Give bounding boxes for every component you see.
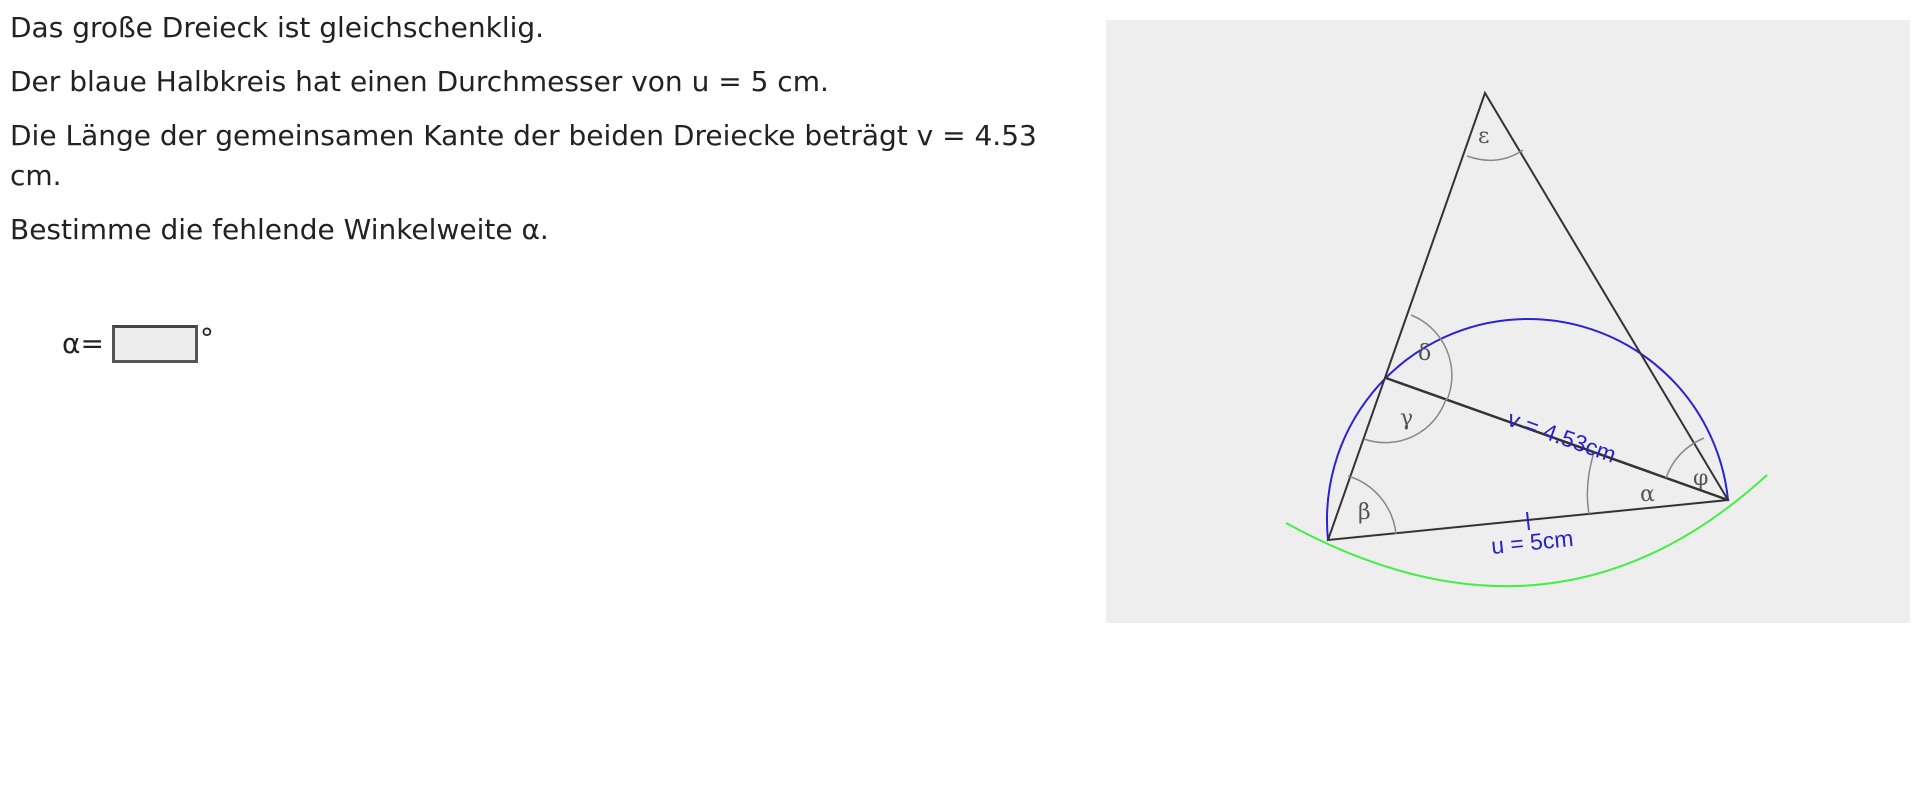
angle-label-beta: β bbox=[1358, 500, 1371, 525]
geometry-figure: ε δ γ β α φ v = 4.53cm u = 5cm bbox=[1106, 20, 1910, 623]
task-line-question: Bestimme die fehlende Winkelweite α. bbox=[10, 213, 549, 246]
task-line-isosceles: Das große Dreieck ist gleichschenklig. bbox=[10, 11, 545, 44]
task-text: Das große Dreieck ist gleichschenklig. D… bbox=[10, 8, 1090, 264]
angle-label-delta: δ bbox=[1418, 341, 1431, 366]
answer-label: α= bbox=[62, 327, 104, 360]
angle-label-gamma: γ bbox=[1400, 406, 1413, 431]
task-line-semicircle: Der blaue Halbkreis hat einen Durchmesse… bbox=[10, 65, 829, 98]
task-line-common-edge: Die Länge der gemeinsamen Kante der beid… bbox=[10, 119, 1037, 192]
answer-row: α= ° bbox=[62, 324, 214, 364]
degree-unit: ° bbox=[199, 322, 214, 355]
alpha-answer-input[interactable] bbox=[111, 325, 198, 363]
angle-label-phi: φ bbox=[1693, 466, 1708, 491]
angle-label-epsilon: ε bbox=[1478, 124, 1489, 149]
geometry-drawing: ε δ γ β α φ v = 4.53cm u = 5cm bbox=[1106, 20, 1910, 623]
angle-label-alpha: α bbox=[1640, 482, 1655, 507]
